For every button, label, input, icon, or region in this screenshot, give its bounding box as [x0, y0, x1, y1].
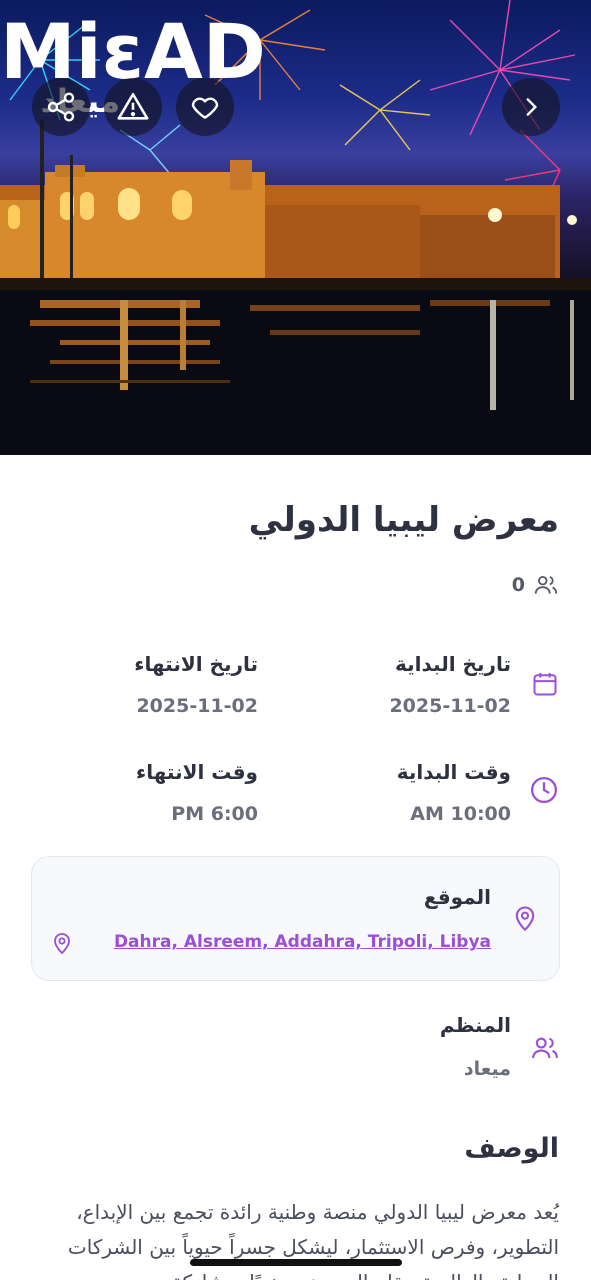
attendees-number: 0	[511, 574, 525, 596]
share-button[interactable]	[32, 78, 90, 136]
open-map-icon[interactable]	[50, 930, 74, 956]
heart-icon	[191, 97, 219, 119]
start-date-value: 2025-11-02	[389, 695, 511, 717]
share-icon	[47, 92, 75, 122]
report-button[interactable]	[104, 78, 162, 136]
location-label: الموقع	[423, 885, 491, 909]
end-time-label: وقت الانتهاء	[135, 760, 258, 784]
calendar-icon	[533, 672, 557, 696]
end-time-value: PM 6:00	[171, 803, 258, 825]
event-cover-image: MiεAD ميعاد	[0, 0, 591, 455]
start-time-value: AM 10:00	[410, 803, 511, 825]
clock-icon	[531, 777, 557, 803]
organizer-name[interactable]: ميعاد	[464, 1058, 511, 1080]
organizer-label: المنظم	[439, 1013, 511, 1037]
users-icon	[534, 575, 558, 594]
organizer-icon	[532, 1037, 558, 1059]
location-address-link[interactable]: Dahra, Alsreem, Addahra, Tripoli, Libya	[114, 932, 491, 952]
end-date-value: 2025-11-02	[136, 695, 258, 717]
home-indicator	[190, 1259, 402, 1266]
end-date-label: تاريخ الانتهاء	[134, 652, 258, 676]
description-text: يُعد معرض ليبيا الدولي منصة وطنية رائدة …	[67, 1200, 559, 1280]
location-card[interactable]: الموقع Dahra, Alsreem, Addahra, Tripoli,…	[31, 856, 560, 981]
warning-icon	[117, 92, 149, 120]
favorite-button[interactable]	[176, 78, 234, 136]
chevron-right-icon	[526, 98, 538, 116]
next-image-button[interactable]	[502, 78, 560, 136]
description-title: الوصف	[464, 1133, 559, 1164]
event-title: معرض ليبيا الدولي	[248, 500, 559, 540]
attendees-count: 0	[512, 572, 559, 598]
start-time-label: وقت البداية	[396, 760, 511, 784]
start-date-label: تاريخ البداية	[395, 652, 511, 676]
location-pin-icon	[515, 906, 535, 932]
